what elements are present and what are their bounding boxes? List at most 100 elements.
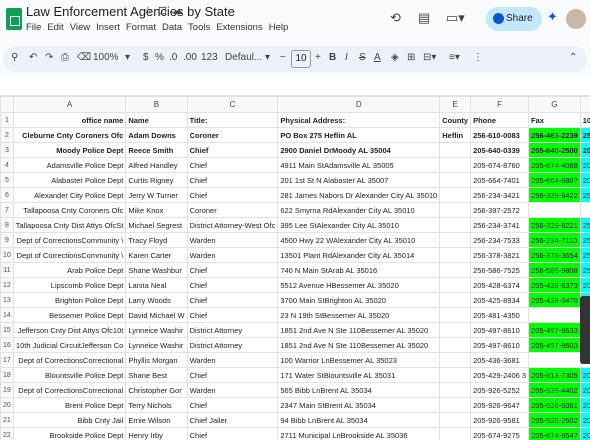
cell-a10[interactable]: Dept of CorrectionsCommunity \ [12,247,127,263]
cell-b12[interactable]: Lanita Neal [125,277,188,293]
row-header[interactable]: 11 [0,262,14,278]
cell-f16[interactable]: 205-497-8610 [470,337,530,353]
cell-g11[interactable]: 256-586-9808 [528,262,581,278]
cell-b4[interactable]: Alfred Handley [125,157,188,173]
row-header[interactable]: 16 [0,337,14,353]
row-header[interactable]: 17 [0,352,14,368]
cell-d7[interactable]: 622 Smyrna RdAlexander City AL 35010 [277,202,441,218]
cell-c4[interactable]: Chief [186,157,279,173]
row-header[interactable]: 20 [0,397,14,413]
cell-d2[interactable]: PO Box 275 Heflin AL [277,127,441,143]
paint-format-icon[interactable]: ⌫ [77,52,91,63]
cell-h22[interactable]: 205-674-9547 [579,427,590,440]
row-header[interactable]: 8 [0,217,14,233]
cell-a15[interactable]: Jefferson Cnty Dist Attys Ofc10t [12,322,127,338]
cell-a7[interactable]: Tallapoosa Cnty Coroners Ofc [12,202,127,218]
cell-a14[interactable]: Bessemer Police Dept [12,307,127,323]
share-button[interactable]: Share [486,7,542,31]
row-header[interactable]: 6 [0,187,14,203]
cell-c7[interactable]: Coroner [186,202,279,218]
cell-g13[interactable]: 205-428-0470 [528,292,581,308]
column-header-a[interactable]: A [12,96,127,113]
cell-c5[interactable]: Chief [186,172,279,188]
cell-a8[interactable]: Tallapoosa Cnty Dist Attys OfcSt [12,217,127,233]
number-format-button[interactable]: 123 [201,52,218,63]
cell-e12[interactable] [439,277,472,293]
cell-f20[interactable]: 205-926-9647 [470,397,530,413]
cell-c19[interactable]: Warden [186,382,279,398]
cell-f17[interactable]: 205-436-3681 [470,352,530,368]
fill-color-icon[interactable]: ◈ [391,52,399,63]
cell-e19[interactable] [439,382,472,398]
align-icon[interactable]: ≡▾ [449,52,460,63]
font-size-increase-button[interactable]: + [315,52,321,63]
select-all-corner[interactable] [0,96,14,113]
cell-e3[interactable] [439,142,472,158]
menu-view[interactable]: View [70,22,90,33]
cell-f1[interactable]: Phone [470,112,530,128]
row-header[interactable]: 1 [0,112,14,128]
cell-e1[interactable]: County [439,112,472,128]
menu-insert[interactable]: Insert [96,22,120,33]
cell-d4[interactable]: 4911 Main StAdamsville AL 35005 [277,157,441,173]
font-size-input[interactable]: 10 [291,50,311,68]
cell-e11[interactable] [439,262,472,278]
cell-g18[interactable]: 205-813-7305 [528,367,581,383]
cell-f2[interactable]: 256-610-0083 [470,127,530,143]
cell-a5[interactable]: Alabaster Police Dept [12,172,127,188]
cell-c17[interactable]: Warden [186,352,279,368]
cell-f22[interactable]: 205-674-9275 [470,427,530,440]
cell-g10[interactable]: 256-378-3654 [528,247,581,263]
row-header[interactable]: 3 [0,142,14,158]
cell-a3[interactable]: Moody Police Dept [12,142,127,158]
cell-b1[interactable]: Name [125,112,188,128]
cell-h12[interactable]: 205-428-6373 [579,277,590,293]
cell-c14[interactable]: Chief [186,307,279,323]
cell-a20[interactable]: Brent Police Dept [12,397,127,413]
meet-icon[interactable]: ▭▾ [446,10,465,26]
cell-f6[interactable]: 256-234-3421 [470,187,530,203]
cell-b13[interactable]: Larry Woods [125,292,188,308]
cell-b17[interactable]: Phyllis Morgan [125,352,188,368]
cell-c6[interactable]: Chief [186,187,279,203]
bold-button[interactable]: B [329,52,336,63]
cell-e8[interactable] [439,217,472,233]
cell-d3[interactable]: 2900 Daniel DrMoody AL 35004 [277,142,441,158]
font-select[interactable]: Defaul... [225,52,262,63]
cell-e18[interactable] [439,367,472,383]
cell-c12[interactable]: Chief [186,277,279,293]
cell-c16[interactable]: District Attorney [186,337,279,353]
cell-f10[interactable]: 256-378-3821 [470,247,530,263]
cell-g3[interactable]: 205-640-2500 [528,142,581,158]
cell-g8[interactable]: 256-329-8221 [528,217,581,233]
cell-d9[interactable]: 4500 Hwy 22 WAlexander City AL 35010 [277,232,441,248]
cell-h11[interactable]: 256-586-9808 [579,262,590,278]
decrease-decimal-button[interactable]: .0 [169,52,177,63]
cell-d13[interactable]: 3700 Main StBrighton AL 35020 [277,292,441,308]
cell-b10[interactable]: Karen Carter [125,247,188,263]
cell-h4[interactable]: 205-674-4088 [579,157,590,173]
cell-b8[interactable]: Michael Segrest [125,217,188,233]
cell-h6[interactable]: 256-329-8422 [579,187,590,203]
cell-e22[interactable] [439,427,472,440]
cell-d20[interactable]: 2347 Main StBrent AL 35034 [277,397,441,413]
cell-e7[interactable] [439,202,472,218]
side-panel-toggle[interactable] [580,296,590,364]
column-header-d[interactable]: D [277,96,441,113]
cell-g4[interactable]: 205-674-4088 [528,157,581,173]
cell-g1[interactable]: Fax [528,112,581,128]
cell-a18[interactable]: Blountsville Police Dept [12,367,127,383]
cell-b5[interactable]: Curtis Rigney [125,172,188,188]
formula-bar[interactable] [0,76,590,96]
cell-a1[interactable]: office name [12,112,127,128]
cell-g14[interactable] [528,307,581,323]
percent-button[interactable]: % [155,52,164,63]
cell-g21[interactable]: 205-926-2602 [528,412,581,428]
menu-help[interactable]: Help [269,22,289,33]
cell-f14[interactable]: 205-481-4350 [470,307,530,323]
cell-b2[interactable]: Adam Downs [125,127,188,143]
row-header[interactable]: 18 [0,367,14,383]
cell-h18[interactable]: 205-813-7305 [579,367,590,383]
cell-d5[interactable]: 201 1st St N Alabaster AL 35007 [277,172,441,188]
cell-d10[interactable]: 13501 Plant RdAlexander City AL 35014 [277,247,441,263]
